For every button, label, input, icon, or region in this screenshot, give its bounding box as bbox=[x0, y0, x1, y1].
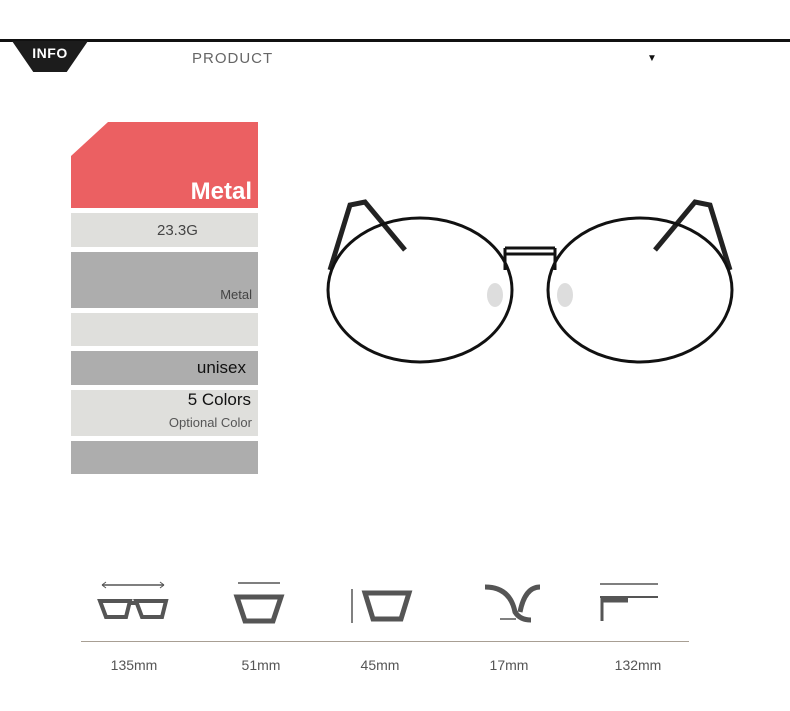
glasses-image bbox=[326, 199, 734, 364]
total-width-icon bbox=[97, 581, 169, 619]
gender-row: unisex bbox=[71, 351, 258, 385]
lens-height-icon bbox=[351, 589, 413, 623]
lens-width-value: 51mm bbox=[241, 657, 281, 673]
lens-height-value: 45mm bbox=[360, 657, 400, 673]
total-width-value: 135mm bbox=[110, 657, 158, 673]
weight-row: 23.3G bbox=[71, 213, 258, 247]
colors-row: 5 Colors Optional Color bbox=[71, 390, 258, 436]
dimension-icons bbox=[97, 581, 658, 624]
material-title-block: Metal bbox=[71, 122, 258, 208]
gender-value: unisex bbox=[196, 358, 246, 377]
lens-width-icon bbox=[233, 582, 285, 624]
empty-row bbox=[71, 313, 258, 346]
triangle-down-icon[interactable]: ▼ bbox=[647, 53, 657, 64]
header-divider bbox=[0, 39, 790, 42]
temple-length-value: 132mm bbox=[614, 657, 662, 673]
material-title: Metal bbox=[190, 178, 252, 205]
info-badge-label: INFO bbox=[32, 45, 68, 61]
temple-length-icon bbox=[600, 583, 658, 621]
bridge-width-value: 17mm bbox=[489, 657, 529, 673]
frame-material-row: Metal bbox=[71, 252, 258, 308]
info-badge: INFO bbox=[12, 41, 88, 72]
bridge-width-icon bbox=[484, 584, 541, 623]
dimension-divider bbox=[81, 641, 689, 642]
empty-row bbox=[71, 441, 258, 474]
weight-value: 23.3G bbox=[157, 222, 198, 239]
colors-value: 5 Colors bbox=[187, 390, 251, 409]
section-title: PRODUCT bbox=[192, 50, 274, 67]
colors-note: Optional Color bbox=[168, 415, 252, 430]
frame-material-value: Metal bbox=[220, 287, 252, 302]
